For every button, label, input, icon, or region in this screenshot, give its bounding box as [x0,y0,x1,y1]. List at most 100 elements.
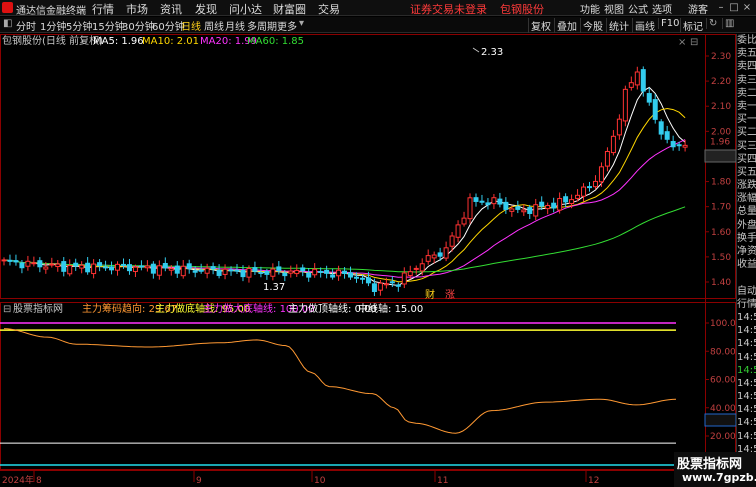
price-axis: 2.302.202.102.001.901.801.701.601.501.40 [705,52,731,288]
chip-trend-line [3,328,677,434]
x-tick-label: 11 [437,476,448,486]
close-icon[interactable]: × [742,2,752,13]
menu-hangqing[interactable]: 行情 [92,1,114,17]
candle-body [670,141,676,148]
kline-chart[interactable]: 包钢股份(日线 前复权) MA5: 1.96 MA10: 2.01 MA20: … [0,34,736,487]
indicator-icon[interactable]: ⊟ [3,304,11,315]
candle-body [192,270,198,273]
menu-faxian[interactable]: 发现 [195,1,217,17]
period-5min[interactable]: 5分钟 [66,18,92,33]
period-monthly[interactable]: 月线 [225,18,245,33]
candle-body [610,135,616,154]
candle-body [264,270,270,275]
candle-body [395,284,401,287]
period-more[interactable]: 更多 [277,18,297,33]
menu-shitu[interactable]: 视图 [604,1,624,16]
side-panel-item: 外盘 [737,219,756,231]
ma60-label: MA60: 1.85 [247,36,304,47]
f10-button[interactable]: F10 [658,18,681,29]
candle-body [389,281,395,284]
indicator-frame [0,302,736,470]
period-60min[interactable]: 60分钟 [152,18,185,33]
candle-body [73,262,79,267]
candle-body [467,197,473,220]
quote-side-panel: 委比 卖五 卖四 卖三 卖二 卖一 买一 买二 买三 买四 买五 涨跌 涨幅 总量 外盘 换手 净资 收益 自动 行情… [736,34,756,487]
huaxian-button[interactable]: 画线 [632,18,657,33]
side-panel-item: 涨幅 [737,193,756,205]
x-tick-label: 2024年 [2,474,34,486]
period-weekly[interactable]: 周线 [204,18,224,33]
candle-body [628,82,634,88]
minimize-icon[interactable]: – [716,2,726,13]
candle-body [97,262,103,267]
candle-body [222,268,228,275]
period-30min[interactable]: 30分钟 [122,18,155,33]
layout-icon[interactable]: ▥ [722,18,736,29]
chevron-down-icon[interactable]: ▾ [299,18,304,29]
candle-body [13,260,19,263]
side-panel-item: 卖四 [737,61,756,73]
jingu-button[interactable]: 今股 [580,18,605,33]
candle-body [431,254,437,259]
menu-shichang[interactable]: 市场 [126,1,148,17]
menu-wenxiaoda[interactable]: 问小达 [229,1,262,17]
candle-body [616,118,622,136]
menu-caifuquan[interactable]: 财富圈 [273,1,306,17]
candle-body [336,269,342,277]
price-tick-label: 2.10 [711,102,731,112]
candle-body [437,252,443,257]
period-15min[interactable]: 15分钟 [92,18,125,33]
ind-param-5: 中线轴: 15.00 [358,302,423,315]
candle-body [652,99,658,120]
menu-youke[interactable]: 游客 [688,1,708,16]
diejia-button[interactable]: 叠加 [554,18,579,33]
candle-body [330,274,336,278]
marker-zhang[interactable]: 涨 [445,289,455,301]
candle-body [126,264,132,272]
price-tick-label: 1.60 [711,228,731,238]
current-price-label: 1.96 [710,137,730,147]
period-multi[interactable]: 多周期 [247,18,277,33]
ma5-label: MA5: 1.96 [93,36,144,47]
indicator-name: 股票指标网 [13,302,63,315]
candle-body [377,282,383,291]
indicator-lines [0,322,705,466]
candle-body [318,270,324,273]
candle-body [31,262,37,265]
candle-body [491,197,497,205]
menu-zixun[interactable]: 资讯 [160,1,182,17]
panel-toggle-icon[interactable]: ◧ [3,18,12,29]
side-panel-item [737,271,756,284]
candle-body [91,263,97,275]
candle-body [413,267,419,270]
settings-chart-icon[interactable]: ⊟ [690,37,698,48]
side-panel-item: 14:56 [737,338,756,350]
tongji-button[interactable]: 统计 [606,18,631,33]
menu-xuanxiang[interactable]: 选项 [652,1,672,16]
biaoji-button[interactable]: 标记 [680,18,705,33]
candle-body [485,202,491,206]
close-chart-icon[interactable]: × [678,37,686,48]
login-notice[interactable]: 证券交易未登录 [410,1,487,17]
menu-jiaoyi[interactable]: 交易 [318,1,340,17]
app-title: 通达信金融终端 [16,6,86,17]
period-daily[interactable]: 日线 [181,18,201,33]
side-panel-item: 买五 [737,166,756,178]
ma10-label: MA10: 2.01 [142,36,199,47]
candle-body [234,269,240,272]
ma-lines [3,86,686,287]
refresh-icon[interactable]: ↻ [706,18,719,29]
candle-body [509,208,515,212]
side-panel-item: 买一 [737,114,756,126]
fuquan-button[interactable]: 复权 [528,18,553,33]
candle-body [569,199,575,204]
x-tick-label: 10 [314,476,326,486]
maximize-icon[interactable]: □ [729,2,739,13]
period-1min[interactable]: 1分钟 [40,18,66,33]
marker-cai[interactable]: 财 [425,288,435,301]
menu-gongneng[interactable]: 功能 [580,1,600,16]
period-fenshi[interactable]: 分时 [16,18,36,33]
menu-gongshi[interactable]: 公式 [628,1,648,16]
side-panel-item: 14:56 [737,325,756,337]
candle-body [61,261,67,272]
